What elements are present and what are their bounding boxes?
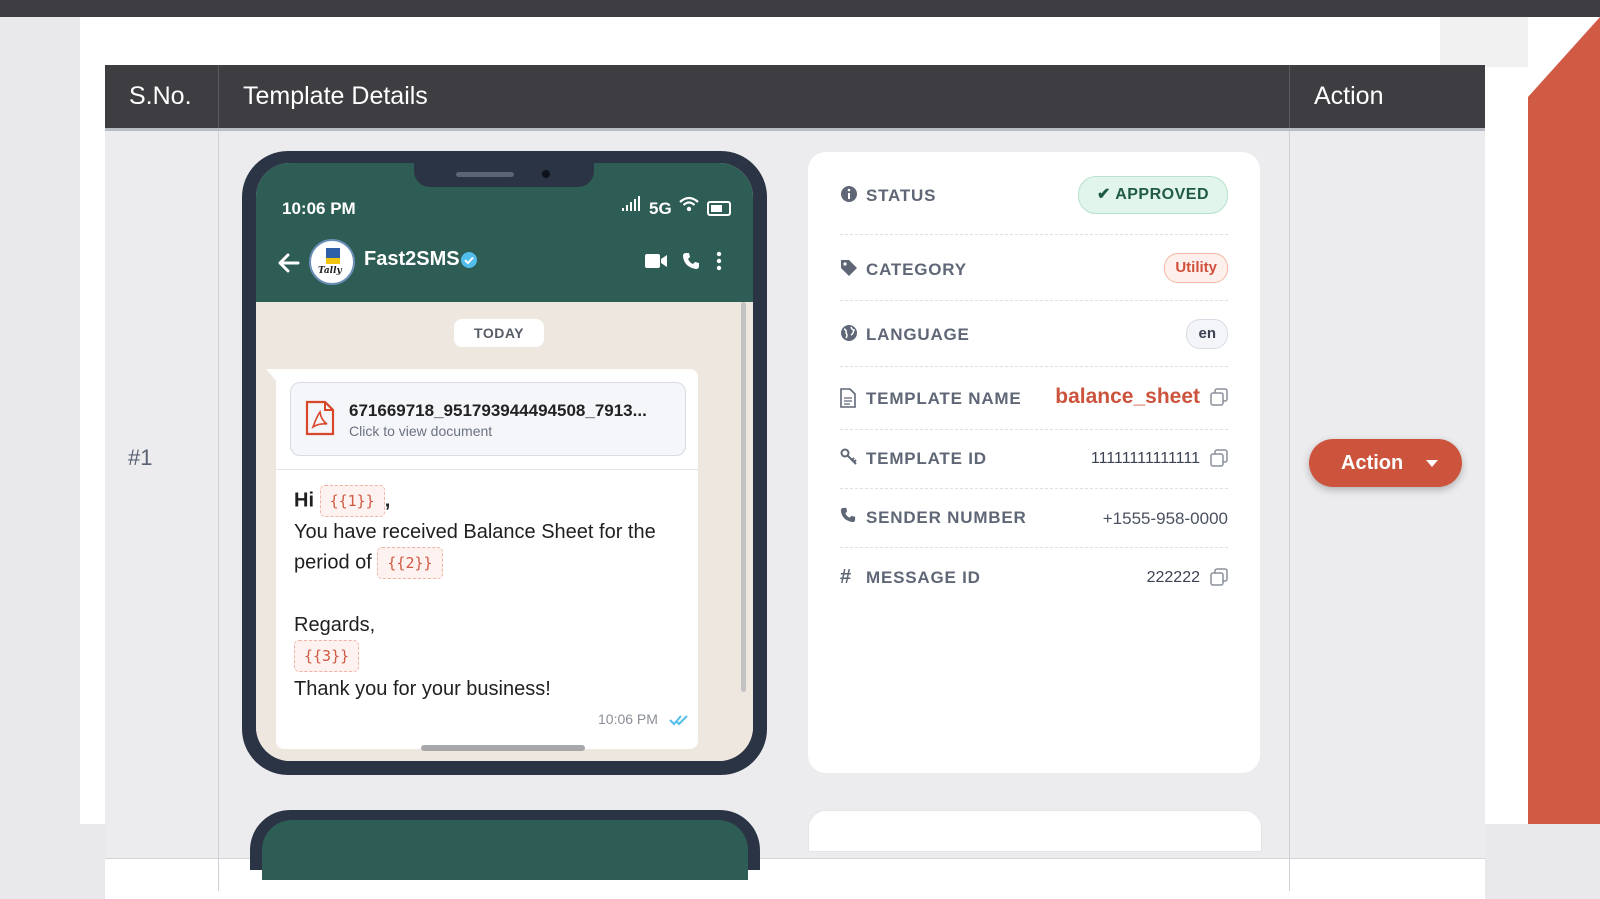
date-chip: TODAY [454,319,544,347]
message-line: Thank you for your business! [294,678,551,700]
home-indicator [421,745,585,751]
contact-name: Fast2SMS [364,248,460,270]
message-line: You have received Balance Sheet for the [294,521,656,543]
top-bar [0,0,1600,17]
phone-icon [840,507,856,523]
copy-icon[interactable] [1210,449,1228,467]
template-variable: {{3}} [294,640,360,672]
verified-badge-icon [461,252,477,268]
header-template-details: Template Details [218,65,1289,128]
column-divider [218,131,219,891]
phone-notch [414,163,594,187]
message-line: Regards, [294,614,376,636]
document-attachment[interactable]: 671669718_951793944494508_7913... Click … [290,382,686,456]
category-badge: Utility [1164,253,1228,283]
detail-row-message-id: # MESSAGE ID 222222 [840,547,1228,605]
template-id-value: 11111111111111 [1090,450,1200,467]
globe-icon [841,325,857,341]
message-timestamp: 10:06 PM [598,711,658,727]
detail-row-language: LANGUAGE en [840,300,1228,367]
more-options-icon[interactable] [716,251,722,271]
contact-avatar[interactable]: Tally [309,239,355,285]
caret-down-icon [1426,460,1438,467]
copy-icon[interactable] [1210,388,1228,406]
row-number: #1 [128,445,153,470]
message-id-value: 222222 [1146,569,1200,586]
status-value: APPROVED [1115,186,1209,203]
network-label: 5G [649,199,672,218]
message-line: {{3}} [294,640,360,672]
voice-call-icon[interactable] [682,252,700,270]
table-header: S.No. Template Details Action [105,65,1485,131]
hash-icon: # [840,566,852,588]
chat-header: 10:06 PM 5G Tally Fast2SMS [256,163,753,302]
action-dropdown-button[interactable]: Action [1309,439,1462,487]
whatsapp-preview-phone: 10:06 PM 5G Tally Fast2SMS TODAY 6716697… [242,151,767,775]
template-variable: {{1}} [319,485,385,517]
detail-label: TEMPLATE NAME [866,389,1022,408]
battery-icon [707,201,731,216]
signal-icon [622,196,640,211]
detail-label: TEMPLATE ID [866,449,987,468]
document-name: 671669718_951793944494508_7913... [349,401,647,420]
check-icon: ✔ [1096,186,1111,203]
detail-row-category: CATEGORY Utility [840,234,1228,301]
page-edge [1440,17,1528,67]
read-receipt-icon [669,715,688,726]
phone-screen: 10:06 PM 5G Tally Fast2SMS TODAY 6716697… [256,163,753,761]
template-name-value: balance_sheet [1055,385,1200,408]
sender-number-value: +1555-958-0000 [1102,509,1228,528]
chat-scrollbar[interactable] [741,302,746,692]
decorative-side-panel [1528,17,1600,824]
detail-row-template-name: TEMPLATE NAME balance_sheet [840,366,1228,430]
message-text: period of [294,551,372,574]
whatsapp-preview-phone [250,810,760,880]
status-bar-time: 10:06 PM [282,199,356,218]
header-action: Action [1289,65,1485,128]
decorative-corner [1528,17,1600,97]
message-bubble: 671669718_951793944494508_7913... Click … [276,369,698,749]
detail-label: SENDER NUMBER [866,508,1027,527]
template-details-card [808,810,1262,852]
detail-label: MESSAGE ID [866,568,981,587]
greeting: Hi [294,489,314,512]
tag-icon [841,260,857,276]
action-label: Action [1341,452,1404,474]
detail-label: LANGUAGE [866,325,970,344]
file-icon [840,388,856,408]
detail-row-sender-number: SENDER NUMBER +1555-958-0000 [840,488,1228,548]
detail-row-template-id: TEMPLATE ID 11111111111111 [840,429,1228,489]
language-badge: en [1186,319,1228,349]
detail-row-status: STATUS ✔ APPROVED [840,176,1228,235]
key-icon [840,448,857,465]
template-details-card: STATUS ✔ APPROVED CATEGORY Utility LANGU… [808,152,1260,773]
status-badge: ✔ APPROVED [1077,176,1228,214]
detail-label: CATEGORY [866,260,967,279]
column-divider [1289,131,1290,891]
divider [276,469,698,470]
message-line: Hi {{1}}, [294,485,390,517]
template-variable: {{2}} [377,547,443,579]
pdf-icon [305,400,335,436]
info-icon [841,186,857,202]
header-sno: S.No. [129,82,192,110]
copy-icon[interactable] [1210,568,1228,586]
wifi-icon [679,196,699,212]
video-call-icon[interactable] [644,253,668,269]
document-subtitle: Click to view document [349,423,493,439]
message-line: period of {{2}} [294,547,443,579]
back-arrow-icon[interactable] [278,253,300,273]
punctuation: , [384,489,391,512]
detail-label: STATUS [866,186,937,205]
